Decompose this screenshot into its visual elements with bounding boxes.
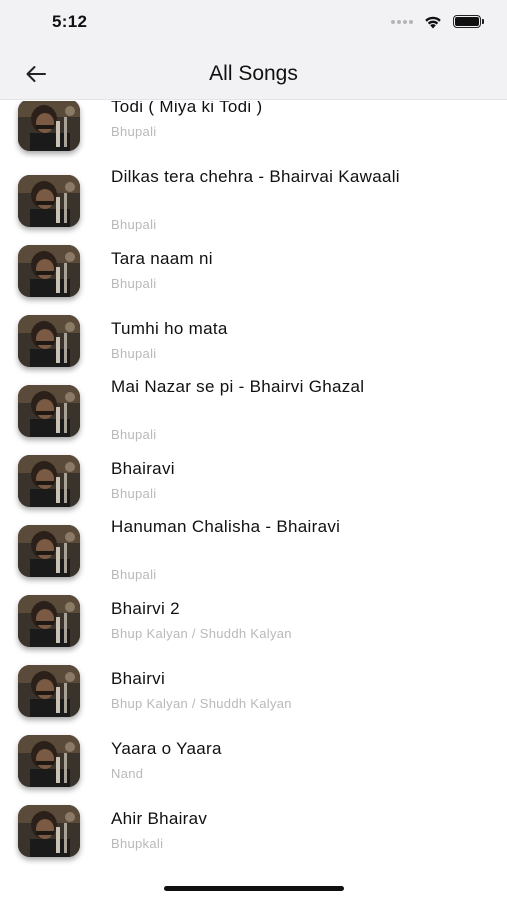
- song-row[interactable]: Bhairvi 2 Bhup Kalyan / Shuddh Kalyan: [0, 585, 507, 655]
- album-art: [18, 315, 80, 367]
- navigation-bar: All Songs: [0, 48, 507, 100]
- album-art: [18, 735, 80, 787]
- song-raga: Bhup Kalyan / Shuddh Kalyan: [111, 696, 292, 711]
- page-title: All Songs: [209, 62, 298, 85]
- song-row[interactable]: Tara naam ni Bhupali: [0, 235, 507, 305]
- home-indicator[interactable]: [164, 886, 344, 891]
- song-raga: Bhupkali: [111, 836, 164, 851]
- song-row[interactable]: Todi ( Miya ki Todi ) Bhupali: [0, 101, 507, 159]
- song-raga: Bhupali: [111, 346, 157, 361]
- song-raga: Bhupali: [111, 124, 157, 139]
- album-art: [18, 245, 80, 297]
- song-raga: Bhupali: [111, 427, 157, 442]
- song-raga: Bhup Kalyan / Shuddh Kalyan: [111, 626, 292, 641]
- album-art: [18, 805, 80, 857]
- album-art: [18, 455, 80, 507]
- song-title: Hanuman Chalisha - Bhairavi: [111, 517, 341, 536]
- song-raga: Bhupali: [111, 217, 157, 232]
- album-art: [18, 595, 80, 647]
- album-art: [18, 385, 80, 437]
- status-time: 5:12: [52, 12, 88, 31]
- status-icons: [391, 14, 484, 29]
- wifi-icon: [425, 16, 441, 29]
- song-row[interactable]: Mai Nazar se pi - Bhairvi Ghazal Bhupali: [0, 375, 507, 445]
- song-title: Bhairavi: [111, 459, 175, 478]
- song-title: Ahir Bhairav: [111, 809, 208, 828]
- album-art: [18, 665, 80, 717]
- song-row[interactable]: Yaara o Yaara Nand: [0, 725, 507, 795]
- song-row[interactable]: Bhairvi Bhup Kalyan / Shuddh Kalyan: [0, 655, 507, 725]
- album-art: [18, 525, 80, 577]
- song-raga: Bhupali: [111, 486, 157, 501]
- album-art: [18, 175, 80, 227]
- song-row[interactable]: Hanuman Chalisha - Bhairavi Bhupali: [0, 515, 507, 585]
- album-art: [18, 101, 80, 151]
- cellular-signal-icon: [391, 19, 413, 24]
- song-raga: Bhupali: [111, 567, 157, 582]
- battery-icon: [453, 15, 484, 28]
- song-row[interactable]: Dilkas tera chehra - Bhairvai Kawaali Bh…: [0, 165, 507, 235]
- song-row[interactable]: Bhairavi Bhupali: [0, 445, 507, 515]
- song-list[interactable]: Todi ( Miya ki Todi ) Bhupali Dilkas ter…: [0, 101, 507, 868]
- song-raga: Nand: [111, 766, 144, 781]
- song-title: Tumhi ho mata: [111, 319, 228, 338]
- status-bar: 5:12: [0, 0, 507, 48]
- song-row[interactable]: Tumhi ho mata Bhupali: [0, 305, 507, 375]
- song-title: Bhairvi 2: [111, 599, 180, 618]
- song-title: Bhairvi: [111, 669, 166, 688]
- song-row[interactable]: Ahir Bhairav Bhupkali: [0, 795, 507, 865]
- song-title: Tara naam ni: [111, 249, 213, 268]
- song-title: Todi ( Miya ki Todi ): [111, 101, 263, 116]
- song-title: Mai Nazar se pi - Bhairvi Ghazal: [111, 377, 365, 396]
- song-title: Dilkas tera chehra - Bhairvai Kawaali: [111, 167, 400, 186]
- song-raga: Bhupali: [111, 276, 157, 291]
- song-title: Yaara o Yaara: [111, 739, 222, 758]
